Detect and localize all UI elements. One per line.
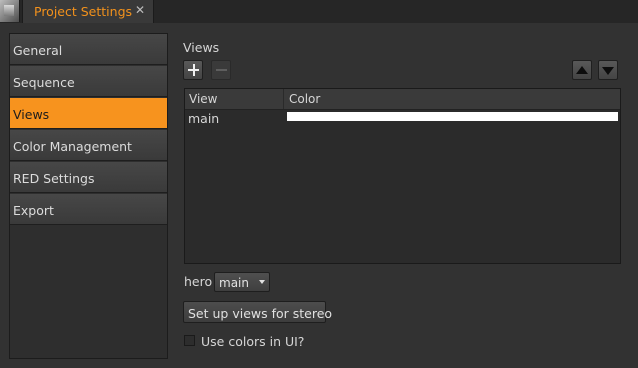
tab-title: Project Settings	[34, 4, 133, 19]
sidebar-item-label: RED Settings	[13, 171, 95, 186]
sidebar-item-label: Sequence	[13, 75, 75, 90]
sidebar-item-export[interactable]: Export	[10, 194, 167, 225]
hero-label: hero	[184, 274, 213, 289]
app-icon	[0, 0, 20, 22]
sidebar-item-views[interactable]: Views	[10, 98, 167, 129]
use-colors-label: Use colors in UI?	[201, 334, 305, 349]
sidebar-item-color-management[interactable]: Color Management	[10, 130, 167, 161]
move-down-button[interactable]	[598, 60, 618, 80]
section-title: Views	[183, 40, 220, 55]
move-up-button[interactable]	[572, 60, 592, 80]
views-table: View Color main	[184, 88, 621, 264]
hero-dropdown-value: main	[219, 276, 249, 290]
color-swatch[interactable]	[287, 112, 618, 121]
remove-view-button[interactable]	[211, 60, 231, 80]
settings-sidebar: General Sequence Views Color Management …	[9, 33, 168, 359]
tab-project-settings[interactable]: Project Settings ✕	[22, 0, 154, 23]
sidebar-item-label: General	[13, 43, 63, 58]
chevron-down-icon	[259, 280, 265, 284]
sidebar-item-label: Export	[13, 203, 54, 218]
arrow-up-icon	[576, 66, 588, 74]
view-name-cell[interactable]: main	[188, 111, 219, 126]
column-header-view[interactable]: View	[189, 92, 217, 106]
column-header-color[interactable]: Color	[289, 92, 320, 106]
sidebar-item-sequence[interactable]: Sequence	[10, 66, 167, 97]
column-divider[interactable]	[283, 89, 284, 109]
setup-stereo-button[interactable]: Set up views for stereo	[183, 301, 332, 323]
hero-dropdown[interactable]: main	[214, 272, 270, 292]
use-colors-checkbox[interactable]	[184, 335, 195, 346]
close-icon[interactable]: ✕	[133, 3, 147, 17]
arrow-down-icon	[602, 67, 614, 75]
plus-icon	[188, 64, 199, 76]
sidebar-item-label: Color Management	[13, 139, 132, 154]
add-view-button[interactable]	[183, 60, 203, 80]
table-header: View Color	[185, 89, 620, 110]
tab-bar: Project Settings ✕	[0, 0, 638, 23]
setup-stereo-button-label: Set up views for stereo	[188, 306, 333, 321]
sidebar-item-general[interactable]: General	[10, 34, 167, 65]
sidebar-item-red-settings[interactable]: RED Settings	[10, 162, 167, 193]
sidebar-item-label: Views	[13, 107, 50, 122]
